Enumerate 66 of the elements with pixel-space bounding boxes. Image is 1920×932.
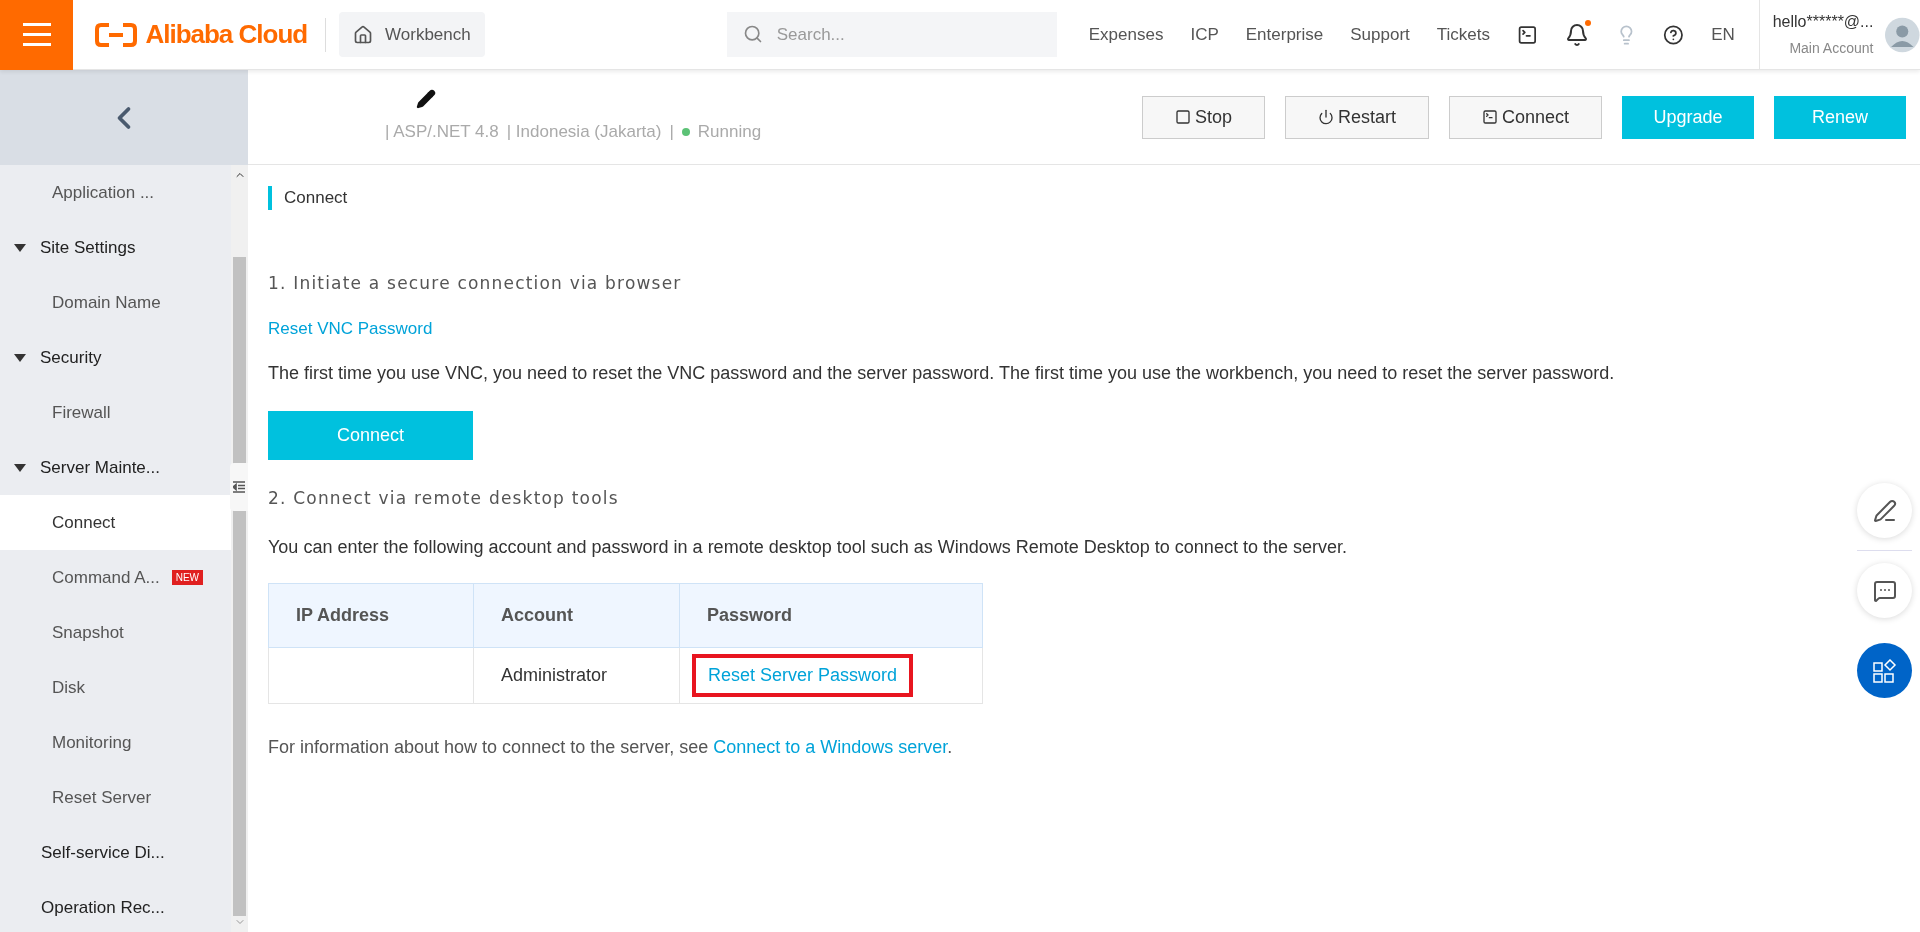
section-heading: 2. Connect via remote desktop tools (268, 486, 619, 510)
nav-link[interactable]: Expenses (1088, 21, 1164, 48)
sidebar-item[interactable]: Monitoring (0, 715, 231, 770)
stop-icon (1174, 109, 1191, 125)
sidebar-group[interactable]: Site Settings (0, 220, 231, 275)
sidebar-item[interactable]: Reset Server (0, 770, 231, 825)
help-text: For information about how to connect to the server, see Connect to a Windows server. (268, 736, 953, 759)
action-button[interactable]: Stop (1141, 95, 1265, 139)
column-header: Password (679, 583, 983, 648)
sidebar-item[interactable]: Operation Rec... (0, 880, 231, 932)
sidebar-item[interactable]: Domain Name (0, 275, 231, 330)
action-button[interactable]: Restart (1284, 95, 1429, 139)
feedback-button[interactable] (1857, 483, 1912, 538)
terminal-icon (1481, 109, 1498, 125)
chat-button[interactable] (1857, 563, 1912, 618)
collapse-handle[interactable] (230, 463, 248, 511)
sidebar-item[interactable]: Connect (0, 495, 231, 550)
sidebar-item[interactable]: Application ... (0, 165, 231, 220)
column-header: Account (473, 583, 680, 648)
status-label: Running (697, 121, 762, 144)
power-icon (1317, 109, 1334, 125)
sidebar-group[interactable]: Server Mainte... (0, 440, 231, 495)
user-name[interactable]: hello******@... (1772, 10, 1874, 34)
sidebar-group-label: Server Mainte... (40, 456, 160, 479)
description-text: You can enter the following account and password in a remote desktop tool such as Windows Remote Desktop to connect to the server. (268, 536, 1347, 559)
account-type: Main Account (1789, 39, 1874, 58)
sidebar-item[interactable]: Disk (0, 660, 231, 715)
scrollbar[interactable] (231, 165, 248, 932)
action-button[interactable]: Connect (1448, 95, 1602, 139)
chat-icon (1872, 578, 1897, 603)
sidebar-item[interactable]: Command A... NEW (0, 550, 231, 605)
description-text: The first time you use VNC, you need to reset the VNC password and the server password. The first time you use the workbench, you need to reset the server password. (268, 361, 1615, 385)
sidebar-group-label: Site Settings (40, 236, 136, 259)
notification-icon[interactable] (1564, 22, 1589, 47)
caret-icon (14, 463, 26, 472)
nav-link[interactable]: Tickets (1436, 21, 1490, 48)
edit-icon[interactable] (416, 89, 436, 110)
sidebar-item[interactable]: Firewall (0, 385, 231, 440)
nav-link[interactable]: ICP (1190, 21, 1219, 48)
caret-icon (14, 353, 26, 362)
sidebar-item[interactable]: Snapshot (0, 605, 231, 660)
status-text: | ASP/.NET 4.8 (385, 121, 499, 144)
language-link[interactable]: EN (1711, 21, 1735, 48)
sidebar-group[interactable]: Security (0, 330, 231, 385)
collapse-icon (233, 481, 245, 493)
nav-link[interactable]: Enterprise (1245, 21, 1324, 48)
table-cell: Administrator (473, 647, 680, 704)
search-icon (742, 24, 763, 44)
apps-button[interactable] (1857, 643, 1912, 698)
edit-icon (1872, 498, 1897, 523)
apps-icon (1872, 658, 1897, 683)
search-field[interactable]: Search... (726, 12, 1057, 57)
home-icon (353, 24, 374, 45)
logo-icon (95, 22, 138, 47)
workbench-button[interactable]: Workbench (339, 12, 485, 57)
nav-link[interactable]: Support (1350, 21, 1410, 48)
column-header: IP Address (268, 583, 474, 648)
section-heading: 1. Initiate a secure connection via browser (268, 271, 682, 295)
caret-icon (14, 243, 26, 252)
page-title: Connect (284, 187, 348, 209)
new-badge: NEW (171, 570, 204, 585)
sidebar-group-label: Security (40, 346, 102, 369)
sidebar-item[interactable]: Self-service Di... (0, 825, 231, 880)
status-text: | (669, 121, 674, 144)
status-text: | Indonesia (Jakarta) (506, 121, 662, 144)
menu-button[interactable] (0, 0, 74, 70)
